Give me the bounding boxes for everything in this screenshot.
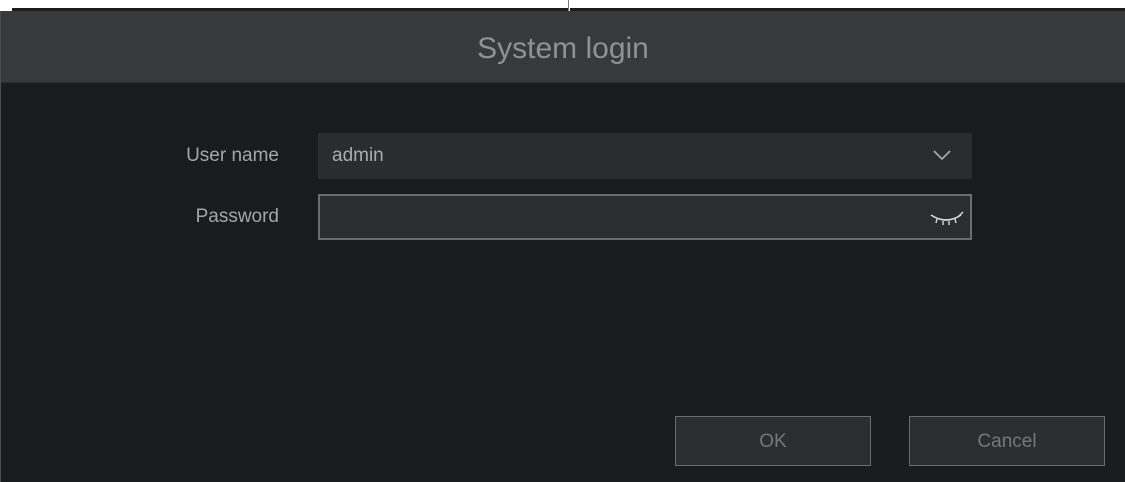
top-border	[0, 0, 1125, 16]
username-label: User name	[186, 145, 279, 166]
cancel-button[interactable]: Cancel	[909, 416, 1105, 466]
username-value: admin	[332, 145, 384, 166]
eye-closed-icon[interactable]	[928, 209, 964, 227]
username-dropdown[interactable]: admin	[318, 133, 972, 179]
dialog-title: System login	[477, 32, 649, 65]
ok-button[interactable]: OK	[675, 416, 871, 466]
login-dialog: System login User name admin Password OK…	[0, 11, 1125, 482]
password-label: Password	[195, 206, 279, 227]
chevron-down-icon	[933, 150, 951, 161]
password-field[interactable]	[318, 194, 972, 240]
dialog-title-bar: System login	[1, 11, 1125, 83]
